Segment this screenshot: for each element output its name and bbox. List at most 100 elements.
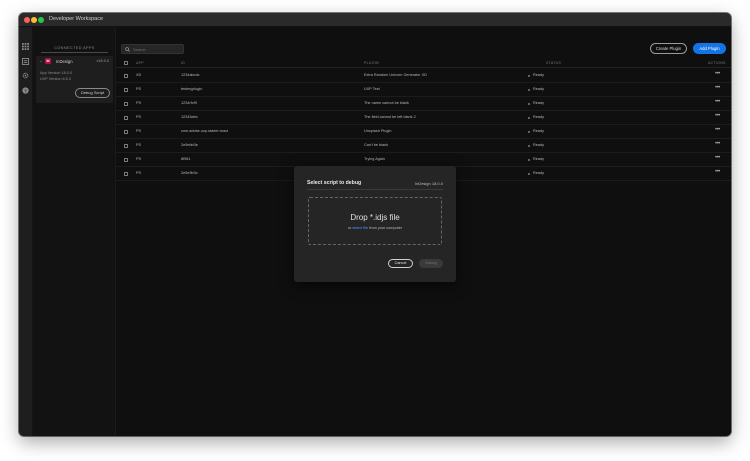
dialog-divider xyxy=(307,189,443,190)
cancel-button[interactable]: Cancel xyxy=(388,259,413,268)
dialog-title: Select script to debug xyxy=(307,180,362,186)
row-checkbox[interactable] xyxy=(124,144,128,148)
window-title: Developer Workspace xyxy=(49,16,104,22)
file-dropzone[interactable]: Drop *.idjs file or select file from you… xyxy=(308,197,442,245)
row-plugin-name: UXP Test xyxy=(364,87,380,91)
row-actions-menu[interactable]: ••• xyxy=(715,71,720,77)
chevron-down-icon[interactable]: ⌄ xyxy=(39,58,42,63)
minimize-window-button[interactable] xyxy=(31,17,37,23)
row-id: 1234abcdc xyxy=(181,73,200,77)
status-dot xyxy=(528,116,530,119)
row-checkbox[interactable] xyxy=(124,74,128,78)
title-bar: Developer Workspace xyxy=(19,13,731,27)
list-icon[interactable] xyxy=(22,58,29,65)
table-row[interactable]: PS 2e5ebb3e Can't be blank Ready ••• xyxy=(116,139,731,153)
search-input[interactable]: Search xyxy=(121,44,184,54)
close-window-button[interactable] xyxy=(24,17,30,23)
column-header-status[interactable]: STATUS xyxy=(546,61,561,65)
column-header-app[interactable]: APP xyxy=(136,61,144,65)
row-actions-menu[interactable]: ••• xyxy=(715,155,720,161)
table-row[interactable]: PS 12345abc The field cannot be left blank… xyxy=(116,111,731,125)
row-checkbox[interactable] xyxy=(124,130,128,134)
connected-apps-panel: CONNECTED APPS ⌄ Id InDesign v18.0.0 App… xyxy=(33,27,116,436)
row-id: 1234rfvf9 xyxy=(181,101,197,105)
row-status: Ready xyxy=(533,171,544,175)
svg-text:?: ? xyxy=(24,88,27,93)
select-all-checkbox[interactable] xyxy=(124,61,128,65)
row-id: 2e5ebb3e xyxy=(181,143,198,147)
search-icon xyxy=(125,47,130,52)
maximize-window-button[interactable] xyxy=(38,17,44,23)
row-plugin-name: Trying Again xyxy=(364,157,385,161)
row-checkbox[interactable] xyxy=(124,102,128,106)
row-app: PS xyxy=(136,115,142,119)
tab-underline xyxy=(41,52,108,53)
row-checkbox[interactable] xyxy=(124,88,128,92)
row-app: PS xyxy=(136,143,142,147)
row-app: PS xyxy=(136,157,142,161)
row-plugin-name: The name cannot be blank xyxy=(364,101,409,105)
row-status: Ready xyxy=(533,87,544,91)
row-plugin-name: Can't be blank xyxy=(364,143,389,147)
row-actions-menu[interactable]: ••• xyxy=(715,127,720,133)
row-app: PS xyxy=(136,171,142,175)
dropzone-title: Drop *.idjs file xyxy=(350,213,400,222)
row-actions-menu[interactable]: ••• xyxy=(715,113,720,119)
icon-sidebar: ? xyxy=(19,27,33,436)
add-plugin-button[interactable]: Add Plugin xyxy=(693,43,726,54)
row-checkbox[interactable] xyxy=(124,158,128,162)
status-dot xyxy=(528,144,530,147)
connected-apps-title: CONNECTED APPS xyxy=(54,46,95,50)
row-status: Ready xyxy=(533,73,544,77)
column-header-id[interactable]: ID xyxy=(181,61,185,65)
dialog-app-label: InDesign 18.0.0 xyxy=(414,181,443,186)
row-actions-menu[interactable]: ••• xyxy=(715,169,720,175)
app-name: InDesign xyxy=(56,59,73,64)
indesign-logo-icon: Id xyxy=(45,58,51,64)
row-status: Ready xyxy=(533,143,544,147)
dropzone-subtext: or select file from your computer xyxy=(309,226,441,230)
column-header-actions: ACTIONS xyxy=(708,60,726,65)
help-icon[interactable]: ? xyxy=(22,87,29,94)
row-actions-menu[interactable]: ••• xyxy=(715,85,720,91)
create-plugin-button[interactable]: Create Plugin xyxy=(650,43,687,54)
row-app: PS xyxy=(136,87,142,91)
app-version-info: App Version 18.0.0 xyxy=(40,71,73,75)
row-status: Ready xyxy=(533,101,544,105)
select-file-link[interactable]: select file xyxy=(352,226,368,230)
row-status: Ready xyxy=(533,157,544,161)
status-dot xyxy=(528,102,530,105)
select-script-dialog: Select script to debug InDesign 18.0.0 D… xyxy=(294,166,456,282)
row-status: Ready xyxy=(533,115,544,119)
row-checkbox[interactable] xyxy=(124,116,128,120)
uxp-version-info: UXP Version 6.5.0 xyxy=(40,77,71,81)
table-row[interactable]: PS com.adobe.uxp.starter.react Unsplash Pl… xyxy=(116,125,731,139)
table-row[interactable]: PS 1234rfvf9 The name cannot be blank Ready… xyxy=(116,97,731,111)
debug-script-button[interactable]: Debug Script xyxy=(75,88,110,98)
row-id: 2e5e9b3c xyxy=(181,171,198,175)
row-status: Ready xyxy=(533,129,544,133)
apps-grid-icon[interactable] xyxy=(22,43,29,50)
gear-icon[interactable] xyxy=(22,72,29,79)
column-header-plugin[interactable]: PLUGIN xyxy=(364,61,379,65)
search-placeholder: Search xyxy=(133,46,146,52)
row-id: 8f981 xyxy=(181,157,191,161)
row-app: XD xyxy=(136,73,142,77)
row-plugin-name: Unsplash Plugin xyxy=(364,129,392,133)
debug-button[interactable]: Debug xyxy=(419,259,443,268)
row-actions-menu[interactable]: ••• xyxy=(715,141,720,147)
row-id: com.adobe.uxp.starter.react xyxy=(181,129,229,133)
row-plugin-name: The field cannot be left blank 2 xyxy=(364,115,416,119)
row-actions-menu[interactable]: ••• xyxy=(715,99,720,105)
row-app: PS xyxy=(136,101,142,105)
dropzone-suffix: from your computer xyxy=(368,226,403,230)
table-row[interactable]: XD 1234abcdc Extra Random Unicorn Generato… xyxy=(116,69,731,83)
table-row[interactable]: PS testmyplugin UXP Test Ready ••• xyxy=(116,83,731,97)
status-dot xyxy=(528,158,530,161)
status-dot xyxy=(528,172,530,175)
connected-app-card[interactable]: ⌄ Id InDesign v18.0.0 App Version 18.0.0… xyxy=(36,56,113,103)
table-row[interactable]: PS 8f981 Trying Again Ready ••• xyxy=(116,153,731,167)
row-app: PS xyxy=(136,129,142,133)
row-checkbox[interactable] xyxy=(124,172,128,176)
app-version-badge: v18.0.0 xyxy=(96,59,109,63)
